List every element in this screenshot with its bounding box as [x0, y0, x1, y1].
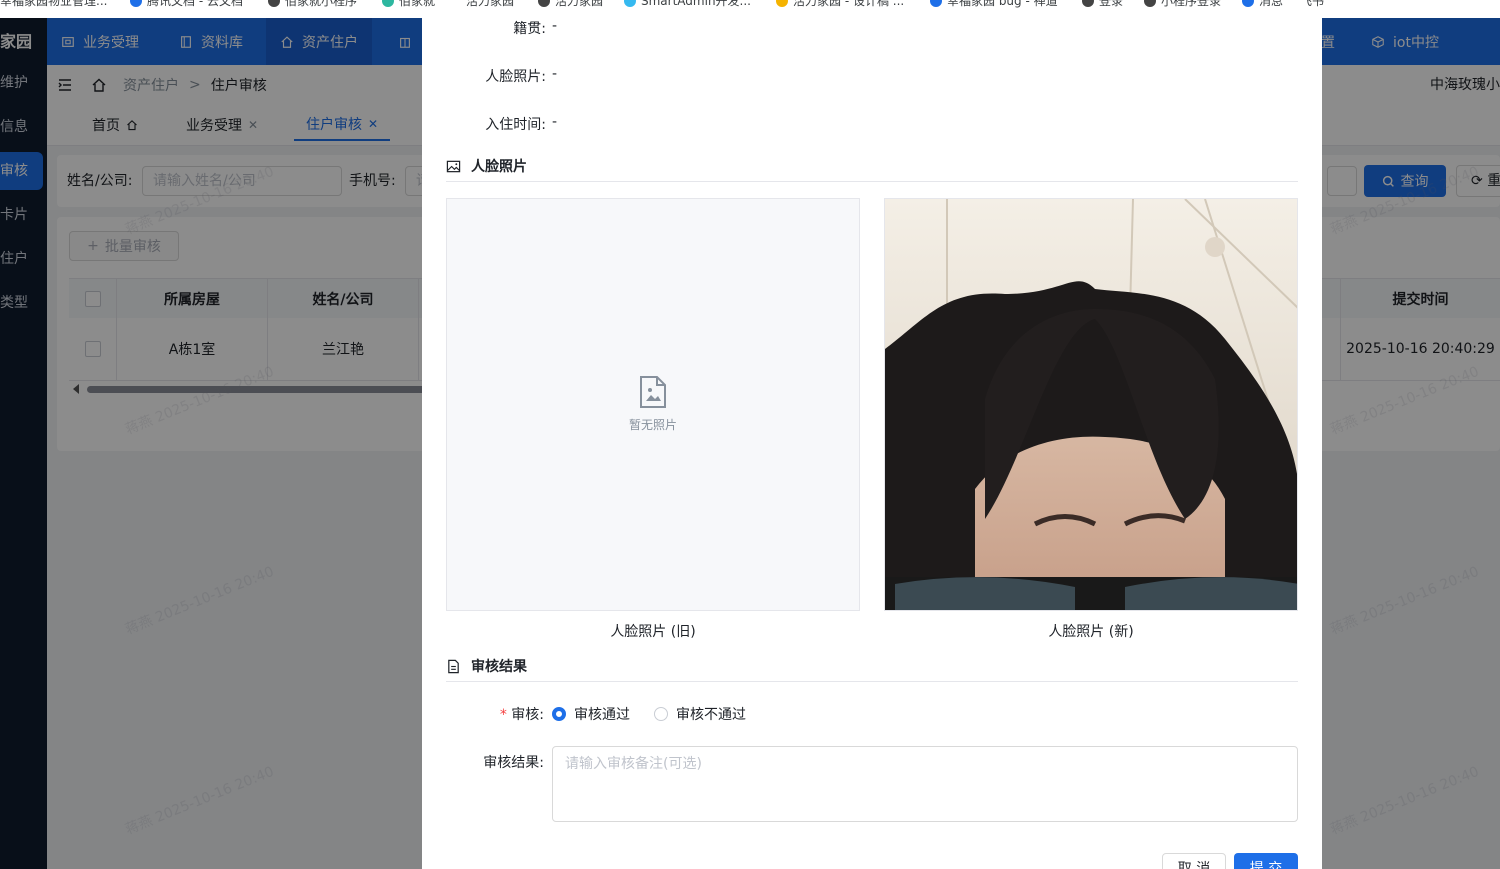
bookmark-item[interactable]: 腾讯文档 - 云文档	[130, 0, 243, 9]
bookmark-item[interactable]: 消息	[1242, 0, 1283, 9]
field-face-photo: 人脸照片: -	[422, 66, 1322, 86]
audit-modal: 籍贯: - 人脸照片: - 入住时间: - 人脸照片 暂无照片 人脸照片 (旧)	[422, 18, 1322, 869]
bookmark-item[interactable]: 活力家园	[538, 0, 603, 9]
bookmark-item[interactable]: 活力家园	[466, 0, 514, 9]
section-title-text: 人脸照片	[471, 159, 527, 175]
bookmark-item[interactable]: 飞书	[1300, 0, 1324, 9]
remark-textarea[interactable]: 请输入审核备注(可选)	[552, 746, 1298, 822]
bookmark-favicon-icon	[930, 0, 942, 7]
new-face-photo[interactable]	[884, 198, 1298, 611]
submit-button[interactable]: 提 交	[1234, 853, 1298, 869]
bookmark-favicon-icon	[268, 0, 280, 7]
document-icon	[448, 659, 459, 673]
bookmark-favicon-icon	[130, 0, 142, 7]
bookmark-label: 幸福家园 bug - 禅道	[947, 0, 1058, 8]
field-label: 入住时间:	[485, 117, 546, 133]
audit-label-text: 审核:	[511, 707, 544, 723]
bookmark-favicon-icon	[1082, 0, 1094, 7]
bookmark-favicon-icon	[1242, 0, 1254, 7]
bookmark-item[interactable]: 佰家就小程序	[268, 0, 357, 9]
bookmark-item[interactable]: SmartAdmin开发...	[624, 0, 751, 9]
section-title-text: 审核结果	[471, 659, 527, 675]
bookmark-favicon-icon	[776, 0, 788, 7]
audit-radio-group: 审核通过 审核不通过	[552, 704, 746, 724]
bookmark-label: SmartAdmin开发...	[641, 0, 751, 8]
radio-label: 审核通过	[574, 707, 630, 723]
bookmark-label: 小程序登录	[1161, 0, 1222, 8]
field-value: -	[552, 114, 558, 130]
field-label: 籍贯:	[513, 21, 546, 37]
bookmark-item[interactable]: 幸福家园物业管理...	[0, 0, 107, 9]
bookmarks-bar: 幸福家园物业管理... 腾讯文档 - 云文档 佰家就小程序 佰家就 活力家园 活…	[0, 0, 1500, 19]
radio-approve[interactable]: 审核通过	[552, 704, 630, 724]
field-native-place: 籍贯: -	[422, 18, 1322, 38]
radio-dot[interactable]	[654, 707, 668, 721]
bookmark-item[interactable]: 登录	[1082, 0, 1123, 9]
old-photo-caption: 人脸照片 (旧)	[610, 624, 696, 640]
audit-label: * 审核:	[422, 704, 544, 724]
field-move-in-time: 入住时间: -	[422, 114, 1322, 134]
field-value: -	[552, 66, 558, 82]
required-mark: *	[499, 707, 507, 723]
image-file-icon	[640, 376, 666, 408]
bookmark-item[interactable]: 活力家园 - 设计稿 ...	[776, 0, 904, 9]
bookmark-label: 活力家园	[466, 0, 515, 8]
bookmark-label: 腾讯文档 - 云文档	[147, 0, 243, 8]
field-label: 人脸照片:	[485, 69, 546, 85]
bookmark-favicon-icon	[624, 0, 636, 7]
bookmark-label: 佰家就小程序	[285, 0, 358, 8]
radio-dot-checked[interactable]	[552, 707, 566, 721]
bookmark-favicon-icon	[538, 0, 550, 7]
remark-label: 审核结果:	[483, 755, 544, 771]
bookmark-item[interactable]: 小程序登录	[1144, 0, 1221, 9]
empty-photo-placeholder: 暂无照片	[447, 199, 859, 610]
bookmark-label: 活力家园 - 设计稿 ...	[793, 0, 905, 8]
bookmark-favicon-icon	[1144, 0, 1156, 7]
bookmark-item[interactable]: 佰家就	[382, 0, 435, 9]
bookmark-favicon-icon	[382, 0, 394, 7]
face-photo-section-title: 人脸照片	[446, 151, 1298, 182]
field-value: -	[552, 18, 558, 34]
cancel-button[interactable]: 取 消	[1162, 853, 1226, 869]
empty-photo-text: 暂无照片	[628, 418, 677, 432]
new-photo-caption: 人脸照片 (新)	[1048, 624, 1134, 640]
radio-label: 审核不通过	[676, 707, 746, 723]
bookmark-label: 活力家园	[555, 0, 604, 8]
old-face-photo: 暂无照片	[446, 198, 860, 611]
audit-result-section-title: 审核结果	[446, 651, 1298, 682]
face-photo-image	[885, 199, 1297, 610]
bookmark-label: 飞书	[1300, 0, 1325, 8]
bookmark-label: 登录	[1099, 0, 1124, 8]
radio-reject[interactable]: 审核不通过	[654, 704, 746, 724]
image-icon	[446, 160, 461, 172]
bookmark-item[interactable]: 幸福家园 bug - 禅道	[930, 0, 1058, 9]
bookmark-label: 佰家就	[399, 0, 436, 8]
bookmark-label: 幸福家园物业管理...	[0, 0, 108, 8]
bookmark-label: 消息	[1259, 0, 1284, 8]
